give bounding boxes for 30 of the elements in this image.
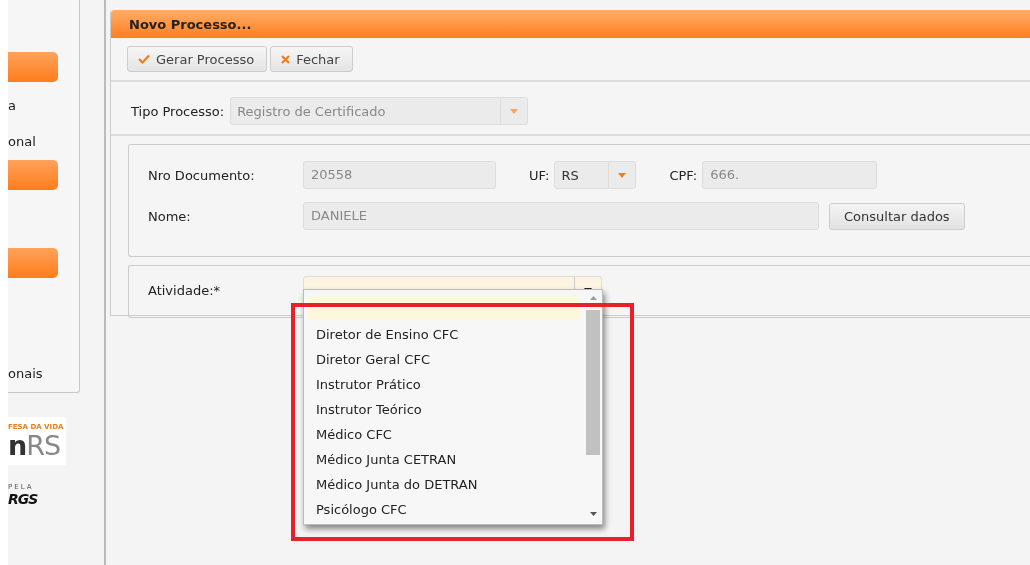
dropdown-option[interactable]: Instrutor Teórico xyxy=(308,397,585,422)
caret-icon xyxy=(618,172,627,178)
sidebar-item[interactable]: onais xyxy=(8,356,79,392)
dropdown-option[interactable]: Diretor Geral CFC xyxy=(308,347,585,372)
dropdown-option[interactable]: Médico Junta do DETRAN xyxy=(308,472,585,497)
state-dropdown[interactable]: RS xyxy=(554,161,637,189)
dropdown-option[interactable]: Médico CFC xyxy=(308,422,585,447)
dropdown-option[interactable]: Instrutor Prático xyxy=(308,372,585,397)
generate-button[interactable]: Gerar Processo xyxy=(127,46,268,72)
scroll-down-icon[interactable] xyxy=(590,512,597,516)
dropdown-option[interactable]: Psicólogo CFC xyxy=(308,497,585,522)
scroll-up-icon[interactable] xyxy=(590,296,597,300)
dropdown-option[interactable]: Médico Junta CETRAN xyxy=(308,447,585,472)
field-label: UF: xyxy=(529,167,550,183)
sidebar-item[interactable]: onal xyxy=(8,124,79,160)
sidebar-item[interactable]: a xyxy=(8,88,79,124)
field-label: Atividade:* xyxy=(148,282,222,298)
field-label: Nro Documento: xyxy=(148,167,256,183)
close-icon xyxy=(281,54,291,64)
close-button[interactable]: Fechar xyxy=(270,46,353,72)
logo-wordmark: RGS xyxy=(8,491,39,507)
field-label: Nome: xyxy=(148,208,192,224)
consult-button[interactable]: Consultar dados xyxy=(829,202,965,230)
panel-header: Novo Processo... xyxy=(111,10,1030,38)
check-icon xyxy=(138,54,150,64)
field-label: Tipo Processo: xyxy=(131,103,225,119)
logo-wordmark: nRS xyxy=(8,431,62,461)
field-label: CPF: xyxy=(669,167,698,183)
caret-icon xyxy=(510,108,519,114)
dropdown-option[interactable]: Diretor de Ensino CFC xyxy=(308,322,585,347)
